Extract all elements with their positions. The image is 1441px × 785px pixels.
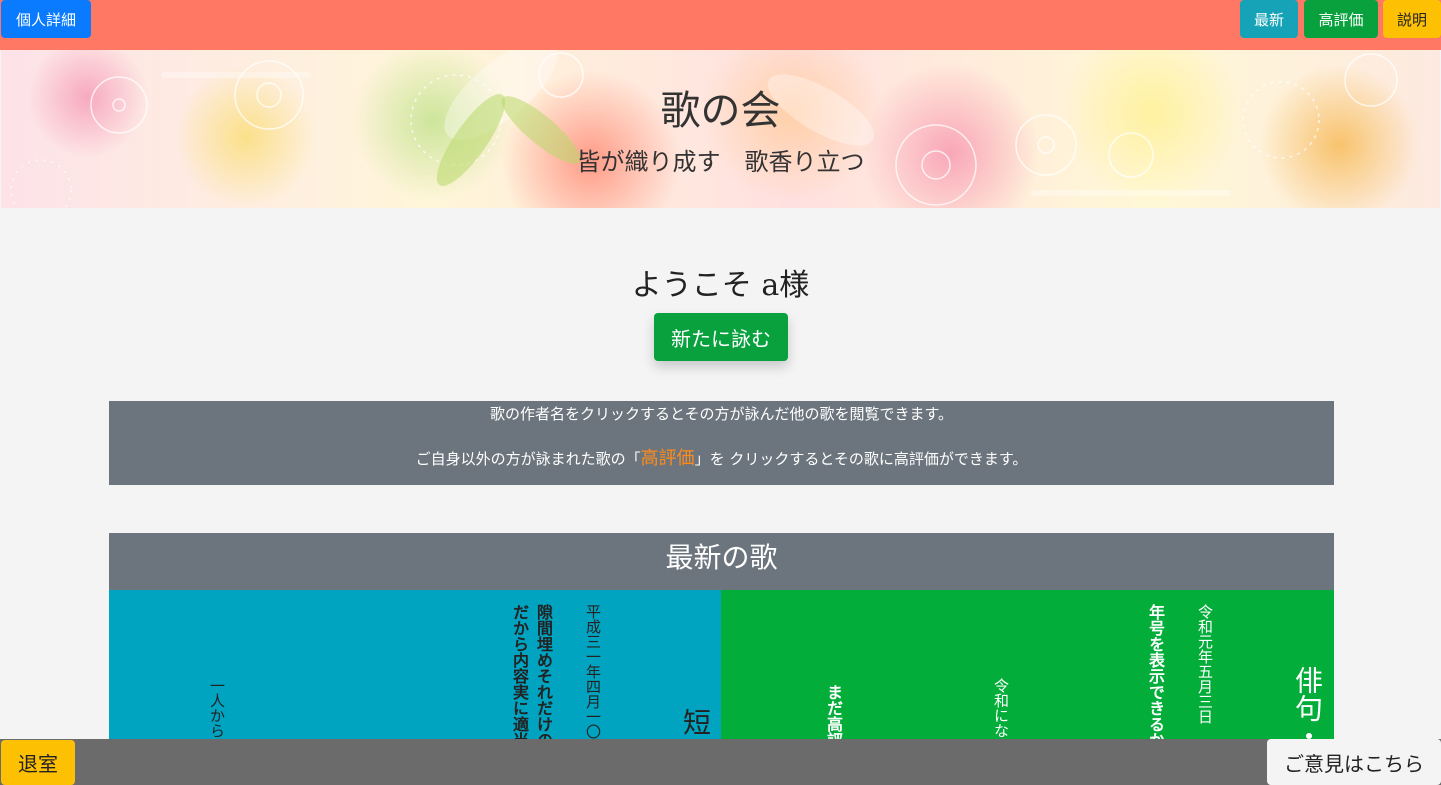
header-banner: 歌の会 皆が織り成す 歌香り立つ <box>1 50 1440 208</box>
poem-date: 令和元年五月三日 <box>1196 604 1214 724</box>
latest-poems-heading: 最新の歌 <box>109 533 1334 590</box>
top-rated-button[interactable]: 高評価 <box>1304 0 1378 38</box>
poem-kind: 短 <box>679 708 712 736</box>
site-subtitle: 皆が織り成す 歌香り立つ <box>576 148 865 176</box>
feedback-button[interactable]: ご意見はこちら <box>1267 739 1441 785</box>
poem-author-link[interactable]: 一人から <box>207 678 228 738</box>
poem-line: 年号を表示できるか <box>1146 604 1165 748</box>
site-title: 歌の会 <box>660 88 781 134</box>
exit-button[interactable]: 退室 <box>1 740 75 785</box>
latest-button[interactable]: 最新 <box>1240 0 1298 38</box>
welcome-message: ようこそ a様 <box>631 268 810 303</box>
instruction-rating-prefix: ご自身以外の方が詠まれた歌の「 <box>415 450 641 468</box>
help-button[interactable]: 説明 <box>1383 0 1441 38</box>
poem-line: 隙間埋めそれだけの <box>534 604 553 748</box>
compose-poem-button[interactable]: 新たに詠む <box>654 313 788 361</box>
poem-line: だから内容実に適当 <box>510 604 529 748</box>
instruction-rating-suffix: 」を クリックするとその歌に高評価ができます。 <box>694 450 1028 468</box>
top-nav-bar <box>0 0 1441 50</box>
poem-author-link[interactable]: 令和にな <box>991 678 1012 738</box>
instruction-author-link: 歌の作者名をクリックするとその方が詠んだ他の歌を閲覧できます。 <box>489 405 954 423</box>
instructions-panel: 歌の作者名をクリックするとその方が詠んだ他の歌を閲覧できます。 ご自身以外の方が… <box>109 401 1334 485</box>
instruction-rating: ご自身以外の方が詠まれた歌の「高評価」を クリックするとその歌に高評価ができます… <box>109 444 1334 470</box>
personal-details-button[interactable]: 個人詳細 <box>1 0 91 38</box>
poem-kind: 俳句・ <box>1291 666 1324 750</box>
poem-card: 俳句・ 令和元年五月三日 年号を表示できるか 令和にな まだ高評 <box>721 590 1334 750</box>
poem-card: 短 平成三一年四月一〇 隙間埋めそれだけの だから内容実に適当 一人から <box>109 590 721 750</box>
top-rated-highlight: 高評価 <box>640 448 695 469</box>
footer-bar <box>0 739 1441 785</box>
poem-date: 平成三一年四月一〇 <box>584 604 602 739</box>
